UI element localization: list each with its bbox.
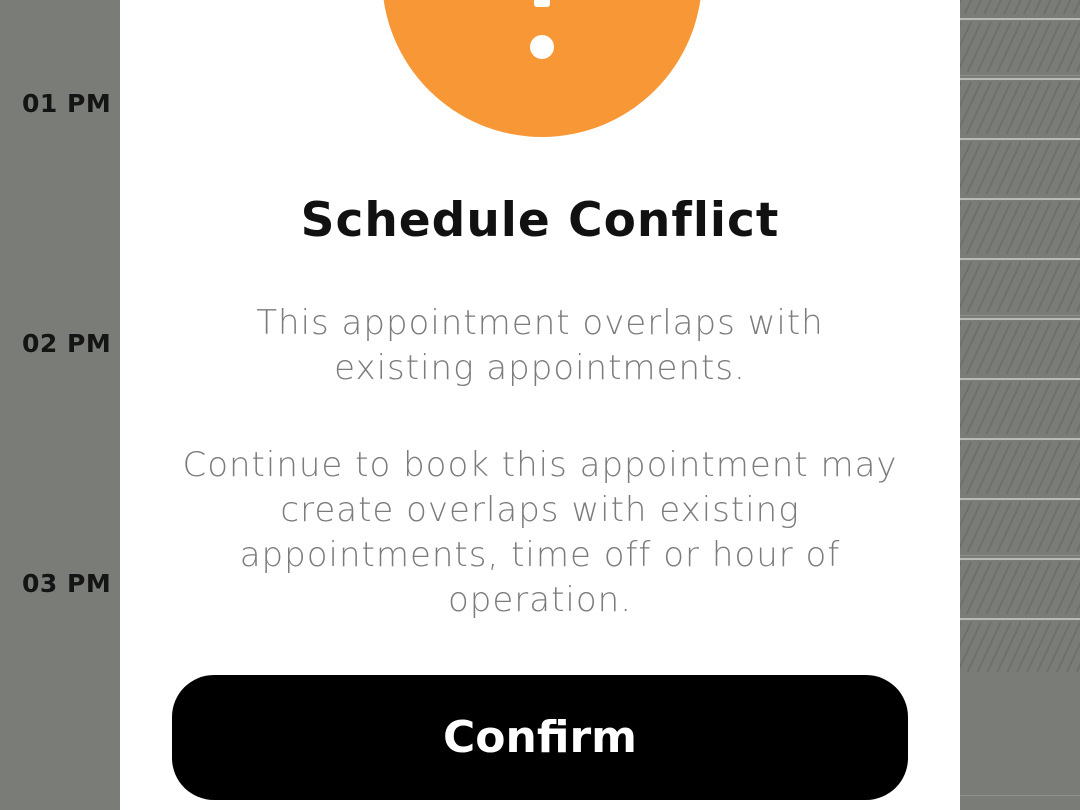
unavailable-slot[interactable] bbox=[960, 142, 1080, 194]
unavailable-slot[interactable] bbox=[960, 442, 1080, 494]
dialog-message-overlap: This appointment overlaps with existing … bbox=[160, 301, 920, 391]
unavailable-slot[interactable] bbox=[960, 22, 1080, 72]
slot-separator bbox=[960, 378, 1080, 380]
unavailable-slot[interactable] bbox=[960, 322, 1080, 374]
message-line: operation. bbox=[447, 580, 633, 620]
message-line: existing appointments. bbox=[334, 348, 746, 388]
unavailable-slot[interactable] bbox=[960, 82, 1080, 134]
time-label-3pm: 03 PM bbox=[22, 569, 112, 598]
time-label-1pm: 01 PM bbox=[22, 89, 112, 118]
message-line: Continue to book this appointment may bbox=[182, 445, 898, 485]
slot-separator bbox=[960, 78, 1080, 80]
exclamation-bar bbox=[534, 0, 550, 7]
unavailable-slot[interactable] bbox=[960, 622, 1080, 672]
slot-separator bbox=[960, 138, 1080, 140]
slot-separator bbox=[960, 558, 1080, 560]
confirm-button[interactable]: Confirm bbox=[172, 675, 908, 800]
message-line: This appointment overlaps with bbox=[256, 303, 824, 343]
slot-separator bbox=[960, 618, 1080, 620]
dialog-title: Schedule Conflict bbox=[300, 193, 780, 248]
exclamation-dot bbox=[530, 35, 554, 59]
unavailable-slot[interactable] bbox=[960, 502, 1080, 552]
slot-separator bbox=[960, 18, 1080, 20]
slot-separator bbox=[960, 438, 1080, 440]
slot-separator bbox=[960, 498, 1080, 500]
dialog-message-warning: Continue to book this appointment may cr… bbox=[160, 443, 920, 623]
slot-separator bbox=[960, 318, 1080, 320]
unavailable-slot[interactable] bbox=[960, 262, 1080, 312]
unavailable-time-column bbox=[960, 0, 1080, 810]
message-line: create overlaps with existing bbox=[280, 490, 800, 530]
slot-separator bbox=[960, 258, 1080, 260]
unavailable-slot[interactable] bbox=[960, 382, 1080, 434]
message-line: appointments, time off or hour of bbox=[239, 535, 841, 575]
unavailable-slot[interactable] bbox=[960, 0, 1080, 14]
unavailable-slot[interactable] bbox=[960, 562, 1080, 614]
time-label-2pm: 02 PM bbox=[22, 329, 112, 358]
confirm-button-label: Confirm bbox=[442, 712, 637, 763]
